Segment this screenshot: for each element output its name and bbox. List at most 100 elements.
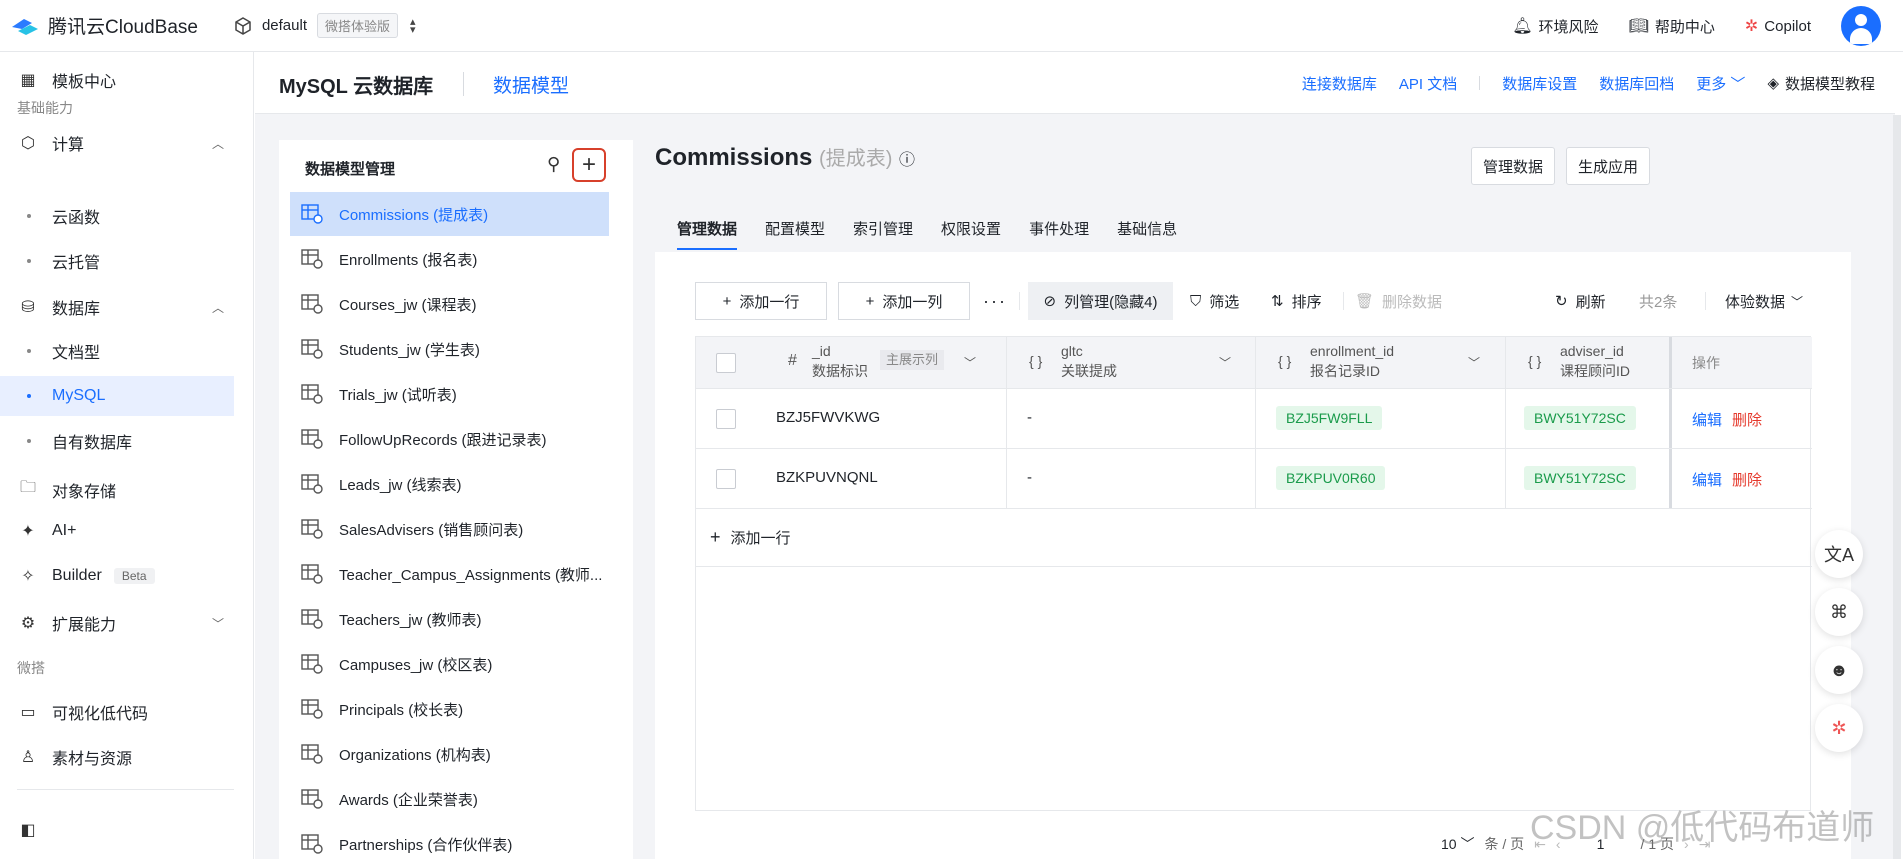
chevron-down-icon[interactable]: ﹀	[964, 353, 976, 373]
model-list-item[interactable]: Campuses_jw (校区表)	[290, 642, 609, 686]
tab-data-model[interactable]: 数据模型	[493, 71, 569, 98]
model-list-item[interactable]: Enrollments (报名表)	[290, 237, 609, 281]
link-api-doc[interactable]: API 文档	[1399, 73, 1457, 94]
model-list-item[interactable]: Leads_jw (线索表)	[290, 462, 609, 506]
copilot-link[interactable]: ✲ Copilot	[1745, 16, 1811, 36]
link-tutorial[interactable]: ◈ 数据模型教程	[1767, 73, 1875, 94]
avatar[interactable]	[1841, 6, 1881, 46]
sidebar-collapse-button[interactable]: ◧	[18, 820, 52, 840]
model-list-item[interactable]: Partnerships (合作伙伴表)	[290, 822, 609, 866]
filter-button[interactable]: ⛉ 筛选	[1190, 282, 1239, 320]
table-icon	[301, 429, 323, 449]
copilot-icon[interactable]: ✲	[1815, 704, 1863, 752]
sidebar-item-own-db[interactable]: 自有数据库	[0, 421, 234, 461]
help-center-link[interactable]: 📖︎ 帮助中心	[1629, 16, 1715, 37]
sidebar-item-compute[interactable]: ⬡ 计算 ︿	[18, 131, 234, 155]
model-list-item[interactable]: Commissions (提成表)	[290, 192, 609, 236]
edit-link[interactable]: 编辑	[1692, 409, 1722, 430]
column-enrollment-id: { } enrollment_id 报名记录ID ﹀	[1256, 337, 1506, 388]
search-icon[interactable]: ⚲	[547, 154, 560, 175]
edit-link[interactable]: 编辑	[1692, 469, 1722, 490]
model-list-item[interactable]: Students_jw (学生表)	[290, 327, 609, 371]
delete-data-button[interactable]: 🗑︎ 删除数据	[1355, 282, 1442, 320]
model-list-item[interactable]: Awards (企业荣誉表)	[290, 777, 609, 821]
brand-logo[interactable]: 腾讯云CloudBase	[10, 12, 198, 39]
relation-tag[interactable]: BWY51Y72SC	[1524, 406, 1636, 430]
sidebar-item-cloud-function[interactable]: 云函数	[0, 196, 234, 236]
relation-tag[interactable]: BWY51Y72SC	[1524, 466, 1636, 490]
delete-link[interactable]: 删除	[1732, 409, 1762, 430]
model-content: Commissions (提成表) ⓘ 管理数据 生成应用 管理数据 配置模型 …	[655, 114, 1895, 859]
add-column-button[interactable]: + 添加一列	[838, 282, 970, 320]
link-more[interactable]: 更多 ﹀	[1696, 73, 1745, 94]
tab-permissions[interactable]: 权限设置	[941, 210, 1001, 250]
manage-data-button[interactable]: 管理数据	[1471, 147, 1555, 185]
sidebar-item-builder[interactable]: ✧ Builder Beta	[18, 566, 155, 586]
model-list-item[interactable]: SalesAdvisers (销售顾问表)	[290, 507, 609, 551]
link-db-rollback[interactable]: 数据库回档	[1599, 73, 1674, 94]
model-list-item[interactable]: Teachers_jw (教师表)	[290, 597, 609, 641]
link-db-settings[interactable]: 数据库设置	[1502, 73, 1577, 94]
env-switch-icon[interactable]: ▴ ▾	[410, 16, 416, 35]
brand-name: 腾讯云CloudBase	[48, 17, 198, 38]
data-mode-select[interactable]: 体验数据 ﹀	[1725, 282, 1803, 320]
model-list-item[interactable]: Trials_jw (试听表)	[290, 372, 609, 416]
sort-button[interactable]: ⇅ 排序	[1271, 282, 1322, 320]
sidebar-item-cloud-hosting[interactable]: 云托管	[0, 241, 234, 281]
info-icon[interactable]: ⓘ	[899, 152, 915, 169]
more-icon[interactable]: ···	[983, 282, 1007, 320]
extension-icon: ⚙	[20, 615, 36, 632]
tab-events[interactable]: 事件处理	[1029, 210, 1089, 250]
model-list-item[interactable]: Principals (校长表)	[290, 687, 609, 731]
robot-icon[interactable]: ☻	[1815, 646, 1863, 694]
translate-icon[interactable]: 文A	[1815, 530, 1863, 578]
relation-tag[interactable]: BZJ5FW9FLL	[1276, 406, 1383, 430]
page-size-select[interactable]: 10 ﹀	[1441, 834, 1474, 854]
divider	[1343, 292, 1344, 310]
apps-icon[interactable]: ⌘	[1815, 588, 1863, 636]
add-row-button[interactable]: + 添加一行	[695, 282, 827, 320]
content-tabs: 管理数据 配置模型 索引管理 权限设置 事件处理 基础信息	[655, 210, 1205, 250]
generate-app-button[interactable]: 生成应用	[1566, 147, 1650, 185]
sidebar-item-lowcode[interactable]: ▭ 可视化低代码	[18, 700, 148, 724]
env-name: default	[261, 17, 307, 34]
env-switcher[interactable]: default 微搭体验版 ▴ ▾	[234, 13, 416, 38]
model-list-item[interactable]: Courses_jw (课程表)	[290, 282, 609, 326]
model-list-item[interactable]: Teacher_Campus_Assignments (教师...	[290, 552, 609, 596]
sidebar-item-doc-db[interactable]: 文档型	[0, 331, 234, 371]
plus-icon: +	[722, 292, 732, 310]
top-bar: 腾讯云CloudBase default 微搭体验版 ▴ ▾ 🔔︎ 环境风险 📖︎ 帮…	[0, 0, 1903, 52]
env-risk-link[interactable]: 🔔︎ 环境风险	[1512, 16, 1598, 37]
chevron-down-icon[interactable]: ﹀	[1468, 353, 1480, 373]
sidebar-section-weda: 微搭	[17, 660, 45, 676]
column-id: # _id 数据标识 主展示列 ﹀	[696, 337, 1007, 388]
copilot-icon: ✲	[1744, 18, 1759, 35]
link-connect-db[interactable]: 连接数据库	[1302, 73, 1377, 94]
sidebar-item-mysql[interactable]: MySQL	[0, 376, 234, 416]
sidebar-item-template-center[interactable]: ▦ 模板中心	[18, 68, 116, 92]
sidebar-item-object-storage[interactable]: 🗀 对象存储	[18, 476, 116, 503]
model-list-item[interactable]: Organizations (机构表)	[290, 732, 609, 776]
add-model-button[interactable]: +	[572, 148, 606, 182]
filter-icon: ⛉	[1190, 292, 1202, 310]
column-manage-button[interactable]: ⊘ 列管理(隐藏4)	[1028, 282, 1173, 320]
add-row-inline-button[interactable]: + 添加一行	[696, 509, 1812, 567]
page-title: MySQL 云数据库	[279, 76, 434, 98]
relation-tag[interactable]: BZKPUV0R60	[1276, 466, 1386, 490]
chevron-down-icon[interactable]: ﹀	[1219, 353, 1231, 373]
sidebar-item-ai-plus[interactable]: ✦ AI+	[18, 521, 76, 541]
sidebar-item-assets[interactable]: ♙ 素材与资源	[18, 745, 132, 769]
refresh-button[interactable]: ↻ 刷新	[1555, 282, 1606, 320]
env-tag: 微搭体验版	[317, 13, 399, 38]
tab-manage-data[interactable]: 管理数据	[677, 210, 738, 250]
tab-index[interactable]: 索引管理	[853, 210, 913, 250]
tab-basic-info[interactable]: 基础信息	[1117, 210, 1177, 250]
scrollbar[interactable]	[1893, 115, 1901, 859]
monitor-icon: ▭	[20, 704, 36, 721]
model-list-item[interactable]: FollowUpRecords (跟进记录表)	[290, 417, 609, 461]
tab-config-model[interactable]: 配置模型	[765, 210, 825, 250]
table-icon	[301, 474, 323, 494]
delete-link[interactable]: 删除	[1732, 469, 1762, 490]
sidebar-item-database[interactable]: ⛁ 数据库 ︿	[18, 295, 234, 319]
sidebar-item-extension[interactable]: ⚙ 扩展能力 ﹀	[18, 611, 234, 635]
